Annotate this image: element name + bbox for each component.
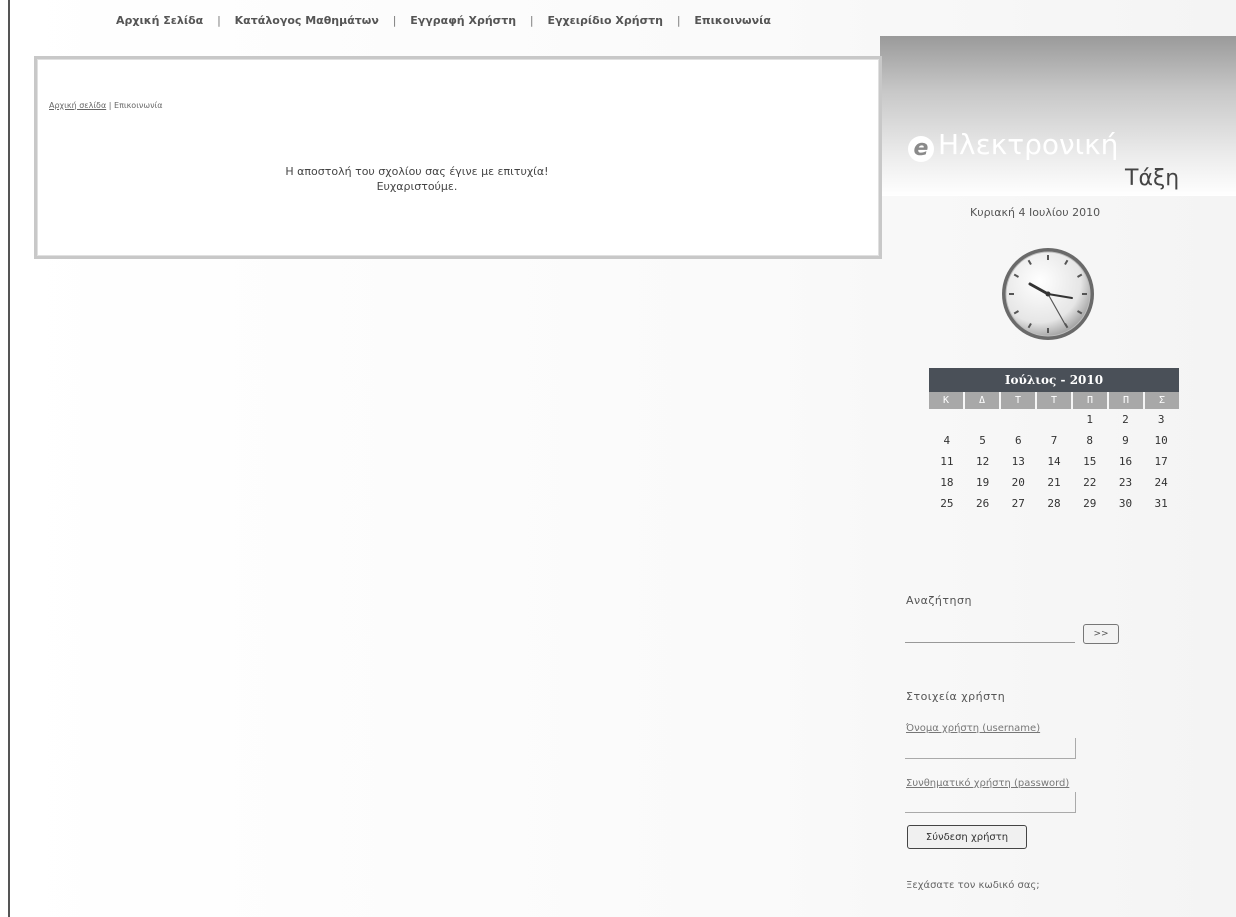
calendar-day: 6	[1014, 434, 1022, 447]
success-message-line2: Ευχαριστούμε.	[376, 180, 458, 193]
calendar-weekday-row: Κ Δ Τ Τ Π Π Σ	[929, 392, 1179, 409]
calendar-day: 22	[1083, 476, 1097, 489]
username-label: Όνομα χρήστη (username)	[906, 723, 1041, 734]
calendar-week: 11 12 13 14 15 16 17	[929, 451, 1179, 472]
weekday-label: Κ	[929, 392, 963, 409]
calendar-day: 11	[940, 455, 954, 468]
calendar-day	[929, 409, 965, 430]
calendar-day: 15	[1083, 455, 1097, 468]
nav-user-manual[interactable]: Εγχειρίδιο Χρήστη	[547, 14, 663, 27]
nav-separator: |	[392, 14, 397, 27]
calendar-day: 4	[943, 434, 951, 447]
calendar-day: 31	[1154, 497, 1168, 510]
calendar-day: 10	[1154, 434, 1168, 447]
search-label: Αναζήτηση	[906, 594, 972, 607]
forgot-password-link[interactable]: Ξεχάσατε τον κωδικό σας;	[906, 880, 1040, 891]
calendar-day: 29	[1083, 497, 1097, 510]
calendar-day: 14	[1047, 455, 1061, 468]
weekday-label: Π	[1109, 392, 1143, 409]
calendar-week: 18 19 20 21 22 23 24	[929, 472, 1179, 493]
calendar-day: 21	[1047, 476, 1061, 489]
breadcrumb-current: Επικοινωνία	[114, 101, 163, 110]
calendar-day: 1	[1086, 413, 1094, 426]
calendar-day	[1036, 409, 1072, 430]
calendar-day: 12	[975, 455, 990, 468]
calendar-week: 1 2 3	[929, 409, 1179, 430]
calendar-day: 5	[979, 434, 986, 447]
weekday-label: Τ	[1037, 392, 1071, 409]
calendar-day: 18	[940, 476, 954, 489]
calendar-title: Ιούλιος - 2010	[929, 368, 1179, 392]
calendar-week: 4 5 6 7 8 9 10	[929, 430, 1179, 451]
nav-separator: |	[529, 14, 534, 27]
breadcrumb-separator: |	[108, 101, 112, 110]
success-message-line1: Η αποστολή του σχολίου σας έγινε με επιτ…	[285, 165, 549, 178]
calendar-day: 7	[1050, 434, 1058, 447]
calendar-day: 23	[1118, 476, 1133, 489]
logo-text-line1: Ηλεκτρονική	[938, 128, 1119, 161]
user-section-title: Στοιχεία χρήστη	[906, 690, 1006, 703]
password-label: Συνθηματικό χρήστη (password)	[906, 778, 1070, 789]
success-message: Η αποστολή του σχολίου σας έγινε με επιτ…	[37, 164, 797, 194]
breadcrumb: Αρχική σελίδα | Επικοινωνία	[49, 101, 163, 110]
weekday-label: Π	[1073, 392, 1107, 409]
header-banner	[880, 36, 1236, 196]
calendar-day	[1000, 409, 1036, 430]
content-panel: Αρχική σελίδα | Επικοινωνία Η αποστολή τ…	[34, 56, 882, 259]
password-field[interactable]	[905, 792, 1076, 813]
weekday-label: Τ	[1001, 392, 1035, 409]
breadcrumb-home-link[interactable]: Αρχική σελίδα	[49, 101, 106, 110]
weekday-label: Δ	[965, 392, 999, 409]
calendar-week: 25 26 27 28 29 30 31	[929, 493, 1179, 514]
calendar: Ιούλιος - 2010 Κ Δ Τ Τ Π Π Σ 1 2 3 4 5 6…	[929, 368, 1179, 514]
calendar-day	[965, 409, 1001, 430]
username-field[interactable]	[905, 738, 1076, 759]
calendar-day: 26	[975, 497, 990, 510]
calendar-day: 19	[975, 476, 990, 489]
e-logo-icon: e	[908, 136, 934, 162]
search-button[interactable]: >>	[1083, 624, 1119, 644]
calendar-day: 9	[1122, 434, 1129, 447]
nav-course-catalog[interactable]: Κατάλογος Μαθημάτων	[235, 14, 379, 27]
calendar-day: 17	[1154, 455, 1168, 468]
calendar-day: 2	[1122, 413, 1129, 426]
nav-contact[interactable]: Επικοινωνία	[694, 14, 771, 27]
calendar-day: 20	[1011, 476, 1025, 489]
analog-clock-icon	[1002, 248, 1094, 340]
calendar-day: 24	[1154, 476, 1168, 489]
calendar-day: 3	[1157, 413, 1165, 426]
login-button[interactable]: Σύνδεση χρήστη	[907, 825, 1027, 849]
nav-user-registration[interactable]: Εγγραφή Χρήστη	[410, 14, 516, 27]
calendar-day: 8	[1086, 434, 1094, 447]
calendar-day: 16	[1118, 455, 1133, 468]
current-date: Κυριακή 4 Ιουλίου 2010	[970, 206, 1101, 219]
search-input[interactable]	[905, 622, 1075, 643]
top-navigation: Αρχική Σελίδα | Κατάλογος Μαθημάτων | Εγ…	[116, 14, 771, 27]
calendar-day: 30	[1118, 497, 1133, 510]
calendar-day: 28	[1047, 497, 1061, 510]
calendar-day: 13	[1011, 455, 1025, 468]
calendar-day: 27	[1011, 497, 1025, 510]
nav-home[interactable]: Αρχική Σελίδα	[116, 14, 203, 27]
logo-text-line2: Τάξη	[1125, 166, 1180, 191]
nav-separator: |	[676, 14, 681, 27]
calendar-day: 25	[940, 497, 954, 510]
weekday-label: Σ	[1145, 392, 1179, 409]
nav-separator: |	[217, 14, 221, 27]
